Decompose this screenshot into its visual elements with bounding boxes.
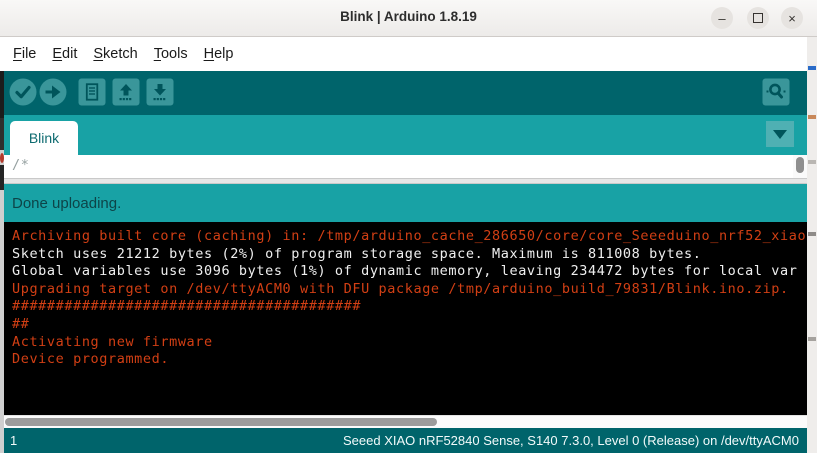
background-artifact xyxy=(0,118,4,150)
maximize-icon xyxy=(753,13,763,23)
code-line: /* xyxy=(12,157,30,173)
maximize-button[interactable] xyxy=(747,7,769,29)
serial-monitor-magnifier-icon xyxy=(762,78,790,106)
tab-label: Blink xyxy=(28,130,60,146)
window-title: Blink | Arduino 1.8.19 xyxy=(340,9,477,24)
save-sketch-button[interactable] xyxy=(146,78,174,106)
menubar: File Edit Sketch Tools Help xyxy=(0,37,807,71)
background-artifact xyxy=(808,337,816,341)
background-artifact xyxy=(0,165,4,190)
background-artifact xyxy=(808,160,816,164)
background-artifact xyxy=(0,71,4,118)
close-icon: × xyxy=(788,10,796,26)
console-line: ######################################## xyxy=(12,298,362,315)
background-window-sliver-right xyxy=(807,37,817,453)
open-sketch-icon xyxy=(112,78,140,106)
console-line: Sketch uses 21212 bytes (2%) of program … xyxy=(12,245,702,262)
tab-blink[interactable]: Blink xyxy=(10,121,78,155)
arduino-ide-window: Blink | Arduino 1.8.19 – × File Edit Ske… xyxy=(0,0,817,453)
menu-file[interactable]: File xyxy=(13,46,36,62)
scrollbar-thumb[interactable] xyxy=(5,418,437,426)
chevron-down-icon xyxy=(773,129,787,139)
minimize-button[interactable]: – xyxy=(711,7,733,29)
console-line: Archiving built core (caching) in: /tmp/… xyxy=(12,228,807,244)
upload-arrow-icon xyxy=(39,78,67,106)
upload-button[interactable] xyxy=(39,78,67,106)
background-artifact xyxy=(808,115,816,119)
footer-bar: 1 Seeed XIAO nRF52840 Sense, S140 7.3.0,… xyxy=(4,428,807,453)
new-sketch-icon xyxy=(78,78,106,106)
tab-menu-button[interactable] xyxy=(766,121,794,147)
status-message: Done uploading. xyxy=(12,194,122,212)
board-port-info: Seeed XIAO nRF52840 Sense, S140 7.3.0, L… xyxy=(343,433,799,448)
close-button[interactable]: × xyxy=(781,7,803,29)
code-editor[interactable]: /* xyxy=(4,155,807,178)
toolbar xyxy=(4,71,807,115)
console-line: Device programmed. xyxy=(12,351,170,368)
editor-vertical-scrollbar[interactable] xyxy=(793,155,807,178)
minimize-icon: – xyxy=(718,10,726,26)
console-line: Activating new firmware xyxy=(12,333,213,350)
menu-tools[interactable]: Tools xyxy=(154,46,188,62)
new-sketch-button[interactable] xyxy=(78,78,106,106)
tabbar: Blink xyxy=(4,115,807,155)
titlebar: Blink | Arduino 1.8.19 – × xyxy=(0,0,817,37)
verify-check-icon xyxy=(9,78,37,106)
save-sketch-icon xyxy=(146,78,174,106)
serial-monitor-button[interactable] xyxy=(762,78,790,106)
verify-button[interactable] xyxy=(9,78,37,106)
background-artifact xyxy=(808,232,816,236)
console-line: ## xyxy=(12,315,30,332)
menu-sketch[interactable]: Sketch xyxy=(93,46,137,62)
background-artifact xyxy=(0,153,4,163)
line-number-indicator: 1 xyxy=(10,433,18,448)
status-bar: Done uploading. xyxy=(4,184,807,222)
menu-help[interactable]: Help xyxy=(204,46,234,62)
menu-edit[interactable]: Edit xyxy=(52,46,77,62)
console-output[interactable]: Archiving built core (caching) in: /tmp/… xyxy=(4,222,807,415)
open-sketch-button[interactable] xyxy=(112,78,140,106)
scrollbar-thumb[interactable] xyxy=(796,157,804,173)
console-horizontal-scrollbar[interactable] xyxy=(4,415,807,428)
console-line: Global variables use 3096 bytes (1%) of … xyxy=(12,263,798,280)
console-line: Upgrading target on /dev/ttyACM0 with DF… xyxy=(12,280,798,297)
background-artifact xyxy=(808,66,816,70)
background-window-sliver-left xyxy=(0,71,4,453)
